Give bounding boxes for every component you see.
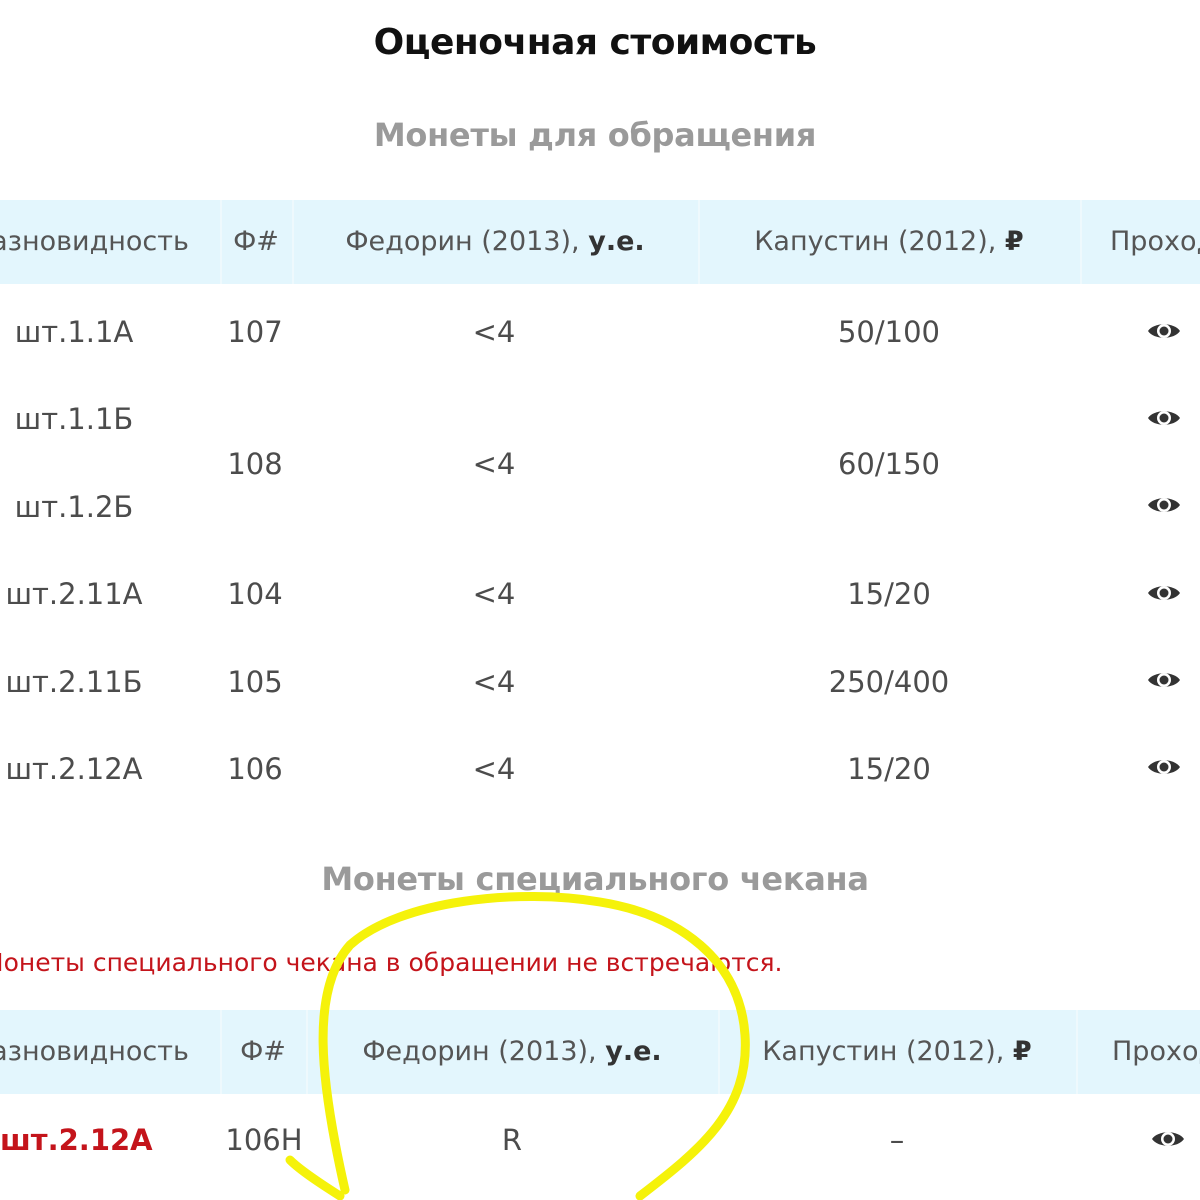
annotation-circle — [285, 892, 750, 1200]
